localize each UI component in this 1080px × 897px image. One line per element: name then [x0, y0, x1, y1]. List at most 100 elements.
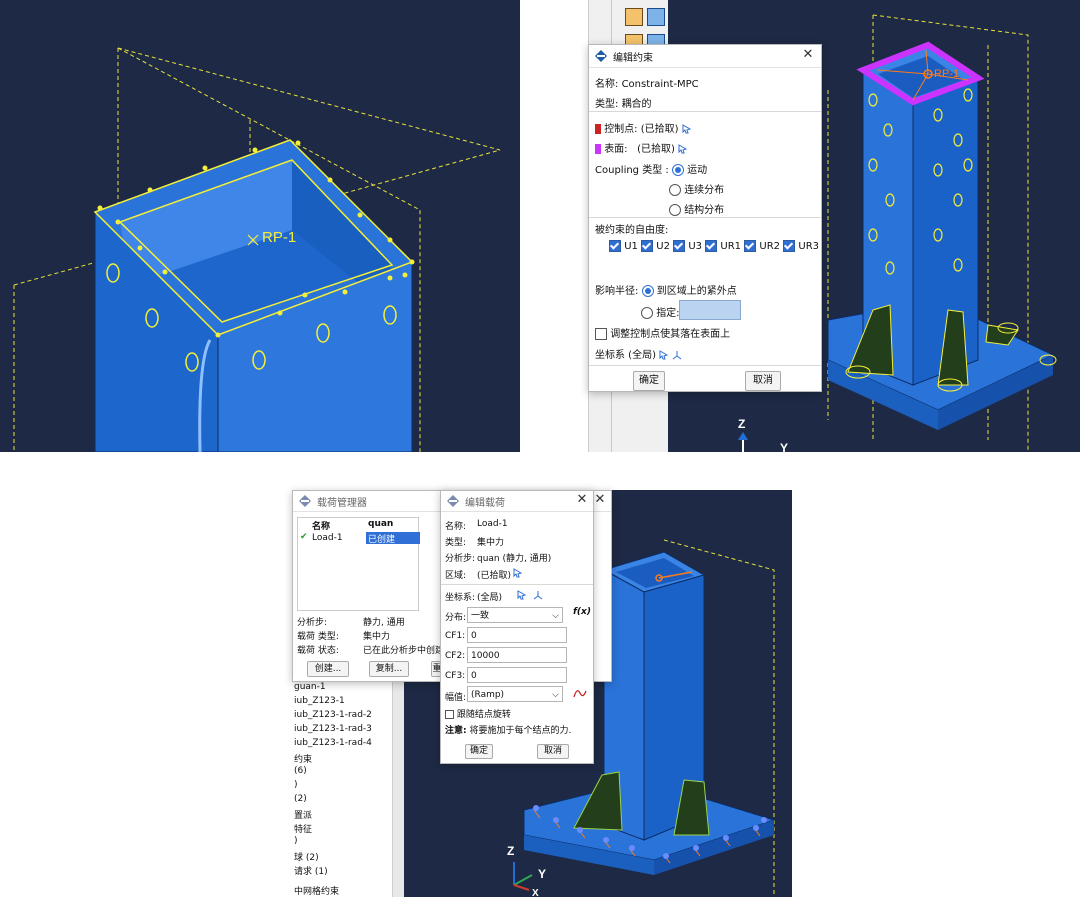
ok-button[interactable]: 确定: [633, 371, 665, 391]
step-label: 分析步:: [297, 618, 328, 628]
tree-item[interactable]: 请求 (1): [294, 864, 328, 877]
tree-item[interactable]: (6): [294, 766, 307, 776]
dof-item-label: U1: [624, 241, 638, 252]
follow-rotation-label: 跟随结点旋转: [456, 710, 511, 720]
tree-item[interactable]: (2): [294, 794, 307, 804]
tree-item[interactable]: 球 (2): [294, 850, 319, 863]
dialog-title: 编辑载荷: [465, 497, 505, 509]
csys-label: 坐标系 (全局): [595, 350, 656, 361]
cancel-button[interactable]: 取消: [745, 371, 781, 391]
load-state-label: 载荷 状态:: [297, 646, 339, 656]
tree-item[interactable]: guan-1: [294, 682, 326, 692]
load-row-status[interactable]: 已创建: [366, 532, 420, 545]
dof-checkbox-ur3[interactable]: [783, 240, 796, 252]
tool-icon-grid[interactable]: [647, 8, 665, 26]
dof-label: 被约束的自由度:: [595, 225, 669, 236]
csys-axes-icon[interactable]: [533, 590, 543, 600]
col-step-header: quan: [368, 519, 394, 529]
pick-cursor-icon[interactable]: [513, 568, 523, 578]
tree-item[interactable]: iub_Z123-1-rad-3: [294, 724, 372, 734]
tree-item[interactable]: 特征: [294, 822, 312, 835]
load-row-name[interactable]: Load-1: [312, 533, 343, 543]
cf3-label: CF3:: [445, 671, 466, 681]
fx-button[interactable]: f(x): [573, 607, 591, 617]
adjust-checkbox[interactable]: [595, 328, 607, 340]
cf1-input[interactable]: 0: [467, 627, 567, 643]
dist-label: 分布:: [445, 613, 467, 623]
cf3-input[interactable]: 0: [467, 667, 567, 683]
influence-radio-specify[interactable]: [641, 307, 653, 319]
dof-checkbox-ur2[interactable]: [744, 240, 757, 252]
region-label: 区域:: [445, 571, 467, 581]
ok-button[interactable]: 确定: [465, 744, 493, 759]
pick-cursor-icon[interactable]: [659, 350, 669, 360]
dof-checkbox-ur1[interactable]: [705, 240, 718, 252]
tree-item[interactable]: 置派: [294, 808, 312, 821]
load-type-value: 集中力: [363, 632, 391, 642]
dof-checkbox-u2[interactable]: [641, 240, 654, 252]
tree-item[interactable]: 中网格约束: [294, 884, 339, 897]
cancel-button[interactable]: 取消: [537, 744, 569, 759]
influence-option-label: 指定:: [656, 308, 680, 319]
tree-item[interactable]: iub_Z123-1-rad-4: [294, 738, 372, 748]
create-button[interactable]: 创建...: [307, 661, 349, 677]
distribution-value: 一致: [471, 611, 490, 621]
dialog-title: 载荷管理器: [317, 497, 367, 509]
close-icon[interactable]: ✕: [801, 48, 815, 62]
control-point-value: (已拾取): [640, 124, 679, 135]
coupling-radio-structural[interactable]: [669, 204, 681, 216]
csys-label: 坐标系:: [445, 593, 476, 603]
tree-item[interactable]: ): [294, 836, 298, 846]
dialog-titlebar[interactable]: 编辑载荷: [441, 491, 593, 512]
close-icon[interactable]: ✕: [593, 493, 607, 507]
chevron-down-icon: ⌵: [552, 611, 559, 621]
type-label: 类型:: [595, 99, 619, 110]
copy-button[interactable]: 复制...: [369, 661, 409, 677]
dialog-titlebar[interactable]: 编辑约束: [589, 45, 821, 68]
type-label: 类型:: [445, 538, 467, 548]
surface-label: 表面:: [604, 144, 628, 155]
coupling-type-label: Coupling 类型 :: [595, 165, 669, 176]
coupling-option-label: 运动: [687, 165, 708, 176]
adjust-label: 调整控制点使其落在表面上: [610, 329, 731, 340]
pick-cursor-icon[interactable]: [517, 590, 527, 600]
dof-item-label: UR1: [720, 241, 742, 252]
left-viewport[interactable]: RP-1: [0, 0, 520, 452]
coupling-option-label: 结构分布: [684, 205, 725, 216]
note-label: 注意:: [445, 726, 467, 736]
distribution-select[interactable]: 一致 ⌵: [467, 607, 563, 623]
surface-value: (已拾取): [637, 144, 675, 155]
note-value: 将要施加于每个结点的力.: [469, 726, 572, 736]
pick-cursor-icon[interactable]: [678, 144, 688, 154]
axis-y-label: Y: [780, 441, 788, 452]
influence-radio-outer[interactable]: [641, 285, 654, 297]
coupling-radio-continuum[interactable]: [669, 184, 681, 196]
tree-item[interactable]: ): [294, 780, 298, 790]
coupling-radio-kinematic[interactable]: [671, 164, 684, 176]
dof-checkbox-u3[interactable]: [673, 240, 686, 252]
follow-rotation-checkbox[interactable]: [445, 710, 454, 719]
tree-item[interactable]: iub_Z123-1-rad-2: [294, 710, 372, 720]
name-value: Load-1: [477, 519, 508, 529]
amplitude-plot-icon[interactable]: [573, 687, 587, 699]
amplitude-value: (Ramp): [471, 690, 505, 700]
tool-icon-table[interactable]: [625, 8, 643, 26]
cf2-input[interactable]: 10000: [467, 647, 567, 663]
csys-axes-icon[interactable]: [672, 350, 682, 360]
amplitude-select[interactable]: (Ramp) ⌵: [467, 686, 563, 702]
dof-item-label: U2: [656, 241, 670, 252]
app-logo-icon: [299, 495, 311, 507]
close-icon[interactable]: ✕: [575, 493, 589, 507]
pick-cursor-icon[interactable]: [682, 124, 692, 134]
tree-item[interactable]: iub_Z123-1: [294, 696, 345, 706]
axis-y-label: Y: [538, 867, 546, 881]
axis-z-label: Z: [738, 417, 745, 431]
step-value: 静力, 通用: [363, 618, 405, 628]
dof-checkbox-u1[interactable]: [609, 240, 621, 252]
edit-load-dialog: 编辑载荷 ✕ 名称: Load-1 类型: 集中力 分析步: quan (静力,…: [440, 490, 594, 764]
left-rp-label: RP-1: [262, 229, 296, 246]
model-tree-panel: guan-1 iub_Z123-1 iub_Z123-1-rad-2 iub_Z…: [292, 680, 392, 897]
influence-value-input[interactable]: [679, 300, 741, 320]
tree-item[interactable]: 约束: [294, 752, 312, 765]
control-point-icon: [595, 124, 601, 134]
